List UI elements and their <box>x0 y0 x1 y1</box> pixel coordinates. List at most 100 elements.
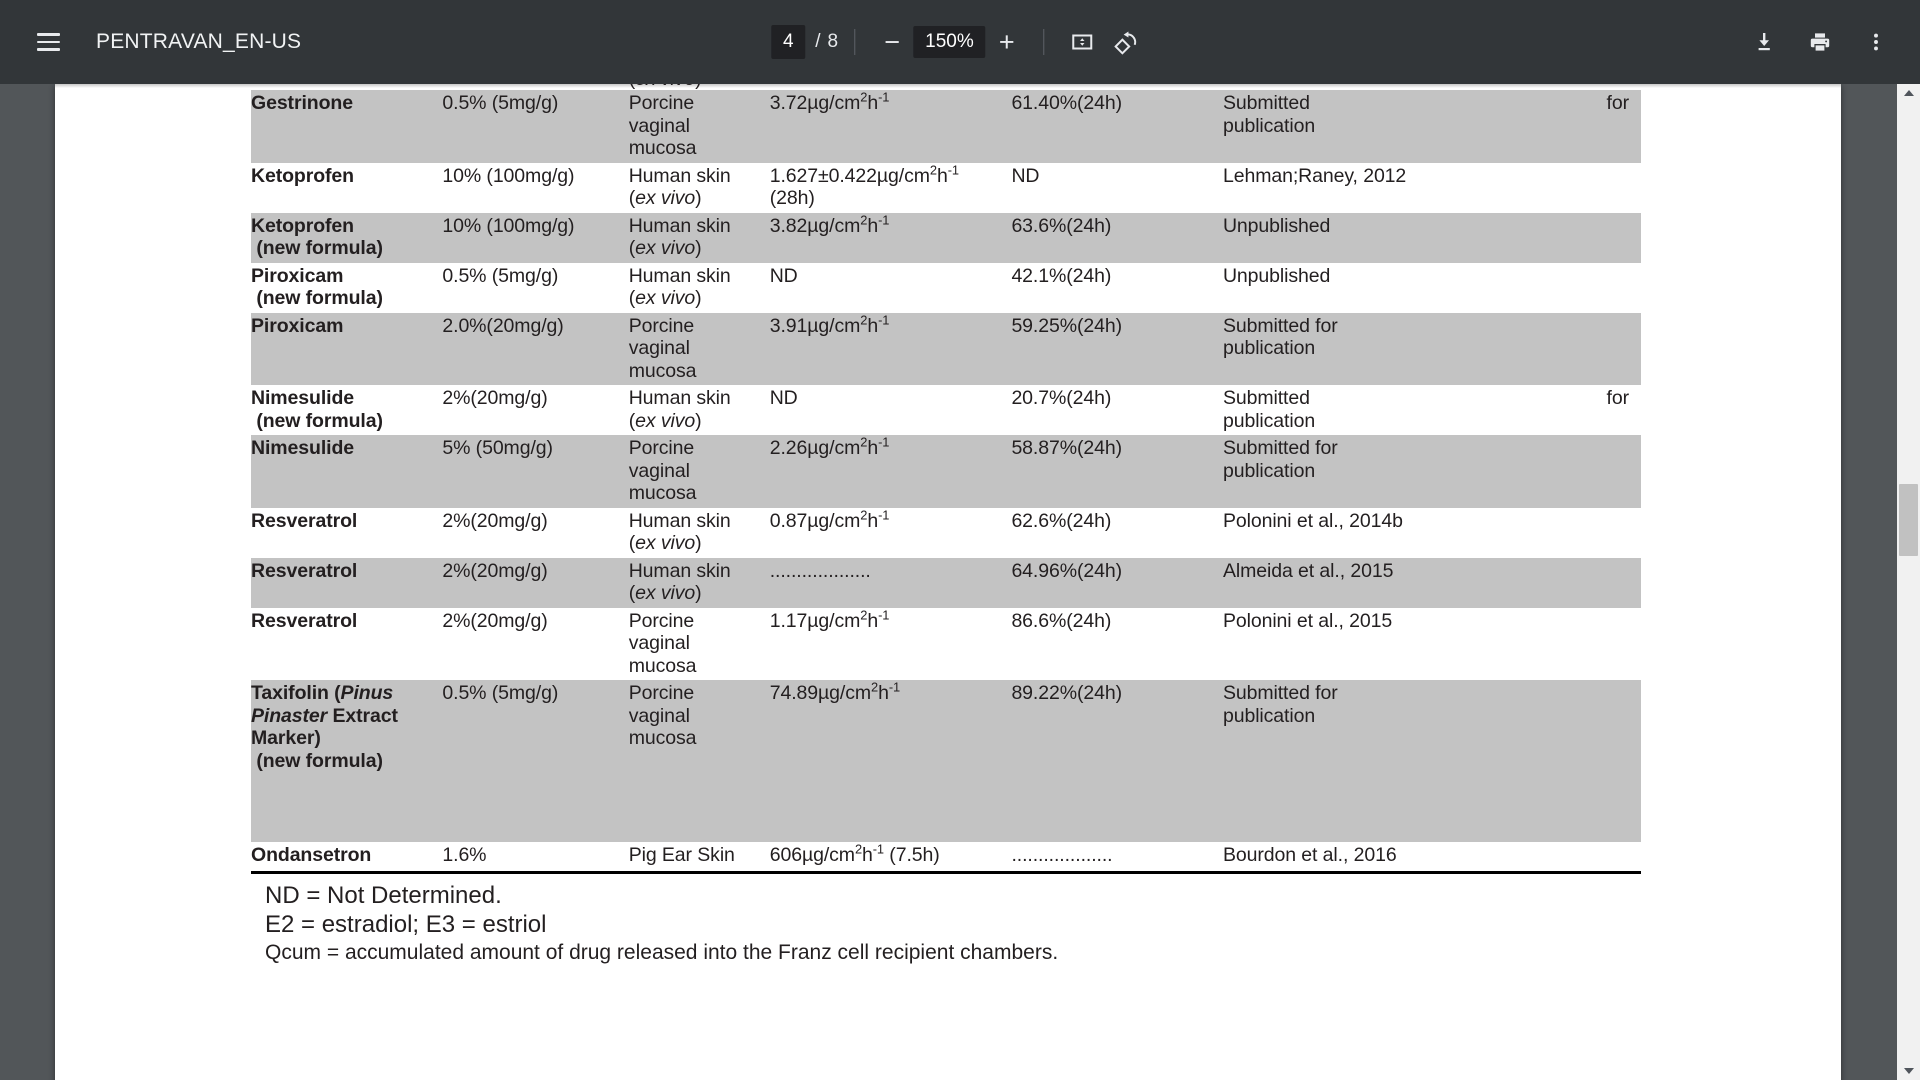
cell-qcum: 61.40%(24h) <box>1011 90 1223 163</box>
cell-flux: 1.17µg/cm2h-1 <box>769 607 890 632</box>
hamburger-bar <box>36 48 60 51</box>
rotate-counterclockwise-icon[interactable] <box>1105 20 1149 64</box>
cell-reference: Unpublished <box>1222 264 1331 287</box>
cell-flux: 74.89µg/cm2h-1 <box>769 680 1012 842</box>
table-row: Ketoprofen 10% (100mg/g) Human skin (ex viv… <box>251 163 1641 213</box>
toolbar-right-group <box>1742 20 1920 64</box>
cell-concentration: 1.6% <box>442 844 487 866</box>
cell-membrane: Human skin (ex vivo) <box>628 264 731 310</box>
cell-reference: Submitted for publication <box>1222 435 1641 508</box>
fit-to-page-icon[interactable] <box>1061 20 1105 64</box>
cell-drug: Resveratrol <box>251 557 443 608</box>
table-row: Gestrinone 0.5% (5mg/g) Porcine vaginal muco… <box>251 90 1641 163</box>
cell-flux: 1.627±0.422µg/cm2h-1 (28h) <box>769 162 959 209</box>
cell-qcum: 89.22%(24h) <box>1011 680 1223 842</box>
cell-flux: ................... <box>769 557 1012 608</box>
hamburger-bar <box>36 33 60 36</box>
cell-membrane: Human skin (ex vivo) <box>628 557 770 608</box>
pdf-viewer-toolbar: PENTRAVAN_EN-US 4 / 8 − 150% + <box>0 0 1920 84</box>
cell-drug: Ketoprofen (new formula) <box>251 212 443 263</box>
cell-flux: 3.72µg/cm2h-1 <box>769 90 1012 163</box>
cell-concentration: 10% (100mg/g) <box>442 212 629 263</box>
cell-membrane: Human skin (ex vivo) <box>628 387 731 432</box>
cell-flux: 606µg/cm2h-1 (7.5h) <box>769 841 940 866</box>
cell-drug: Resveratrol <box>251 509 358 532</box>
cell-qcum: 42.1%(24h) <box>1011 264 1112 287</box>
cell-drug: Piroxicam <box>251 312 443 385</box>
table-footnotes: ND = Not Determined. E2 = estradiol; E3 … <box>265 881 1465 966</box>
cell-flux: 2.26µg/cm2h-1 <box>769 435 1012 508</box>
cell-qcum: ND <box>1011 164 1040 187</box>
scroll-up-arrow-icon[interactable] <box>1897 84 1920 102</box>
print-icon[interactable] <box>1798 20 1842 64</box>
cell-drug: Nimesulide (new formula) <box>251 387 383 432</box>
cell-qcum: ................... <box>1011 844 1113 866</box>
table-row: Resveratrol 2%(20mg/g) Porcine vaginal mucos… <box>251 608 1641 681</box>
zoom-in-button[interactable]: + <box>986 21 1028 63</box>
cell-flux: 3.91µg/cm2h-1 <box>769 312 1012 385</box>
cell-concentration: 2%(20mg/g) <box>442 557 629 608</box>
toolbar-divider <box>854 29 856 55</box>
pdf-page: (ex vivo)Gestrinone0.5% (5mg/g)Porcineva… <box>55 84 1841 1080</box>
cell-membrane: Porcine vaginal mucosa <box>628 312 770 385</box>
cell-reference: Submitted for publication <box>1222 312 1641 385</box>
table-row: Ketoprofen (new formula) 10% (100mg/g) Hum… <box>251 212 1641 263</box>
cell-reference: Submitted for publication <box>1222 387 1629 432</box>
cell-membrane: Porcine vaginal mucosa <box>628 90 770 163</box>
cell-drug: Nimesulide <box>251 435 443 508</box>
table-row: Piroxicam 2.0%(20mg/g) Porcine vaginal mucos… <box>251 312 1641 385</box>
cell-reference: Bourdon et al., 2016 <box>1222 844 1397 866</box>
zoom-level-display[interactable]: 150% <box>913 26 986 58</box>
cell-reference: Lehman;Raney, 2012 <box>1222 164 1407 187</box>
cell-membrane: Pig Ear Skin <box>628 844 735 866</box>
cell-membrane: Human skin (ex vivo) <box>628 212 770 263</box>
toolbar-left-group: PENTRAVAN_EN-US <box>0 20 301 64</box>
table-row: Resveratrol 2%(20mg/g) Human skin (ex vivo)… <box>251 557 1641 608</box>
cell-flux: ND <box>769 264 798 287</box>
cell-concentration: 2.0%(20mg/g) <box>442 312 629 385</box>
page-number-input[interactable]: 4 <box>771 25 806 59</box>
footnote-qcum: Qcum = accumulated amount of drug releas… <box>265 941 1059 964</box>
cell-qcum: 64.96%(24h) <box>1011 557 1223 608</box>
table-row: Nimesulide 5% (50mg/g) Porcine vaginal mucos… <box>251 435 1641 508</box>
cell-reference: Polonini et al., 2015 <box>1222 609 1393 632</box>
document-title: PENTRAVAN_EN-US <box>96 30 302 53</box>
cell-concentration: 0.5% (5mg/g) <box>442 264 559 287</box>
scroll-down-arrow-icon[interactable] <box>1897 1062 1920 1080</box>
cell-membrane: Porcine vaginal mucosa <box>628 609 697 677</box>
download-icon[interactable] <box>1742 20 1786 64</box>
cell-drug: Resveratrol <box>251 609 358 632</box>
cell-qcum: 86.6%(24h) <box>1011 609 1112 632</box>
table-row: Ondansetron 1.6% Pig Ear Skin 606µg/cm2h-1 … <box>251 842 1641 870</box>
cell-drug: Ondansetron <box>251 844 372 866</box>
cell-concentration: 0.5% (5mg/g) <box>442 680 629 842</box>
pdf-viewer-area[interactable]: (ex vivo)Gestrinone0.5% (5mg/g)Porcineva… <box>0 84 1920 1080</box>
cell-concentration: 2%(20mg/g) <box>442 509 548 532</box>
permeation-data-table: (ex vivo)Gestrinone0.5% (5mg/g)Porcineva… <box>251 84 1641 870</box>
hamburger-menu-icon[interactable] <box>26 20 70 64</box>
cell-concentration: 5% (50mg/g) <box>442 435 629 508</box>
permeation-data-table-wrapper: (ex vivo)Gestrinone0.5% (5mg/g)Porcineva… <box>251 84 1641 870</box>
table-bottom-rule <box>251 871 1641 874</box>
cell-qcum: 59.25%(24h) <box>1011 312 1223 385</box>
scrollbar-thumb[interactable] <box>1899 484 1918 556</box>
cell-flux: 0.87µg/cm2h-1 <box>769 507 890 532</box>
cell-drug: Ketoprofen <box>251 164 354 187</box>
table-row: Piroxicam (new formula) 0.5% (5mg/g) Human… <box>251 263 1641 313</box>
cell-flux: 3.82µg/cm2h-1 <box>769 212 1012 263</box>
page-separator: / <box>815 31 821 52</box>
cell-qcum: 63.6%(24h) <box>1011 212 1223 263</box>
table-body: (ex vivo)Gestrinone0.5% (5mg/g)Porcineva… <box>251 84 1641 870</box>
zoom-out-button[interactable]: − <box>871 21 913 63</box>
vertical-scrollbar[interactable] <box>1897 84 1920 1080</box>
table-row: Nimesulide (new formula) 2%(20mg/g) Human … <box>251 385 1641 435</box>
cell-flux: ND <box>769 387 798 409</box>
cell-concentration: 0.5% (5mg/g) <box>442 90 629 163</box>
cell-reference: Submitted for publication <box>1222 90 1641 163</box>
cell-drug: Taxifolin (Pinus Pinaster Extract Marker)… <box>251 680 443 842</box>
more-vertical-icon[interactable] <box>1854 20 1898 64</box>
cell-qcum: 58.87%(24h) <box>1011 435 1223 508</box>
cell-membrane: Human skin (ex vivo) <box>628 164 731 210</box>
table-row: Taxifolin (Pinus Pinaster Extract Marker)… <box>251 680 1641 842</box>
total-pages-label: 8 <box>827 31 839 52</box>
